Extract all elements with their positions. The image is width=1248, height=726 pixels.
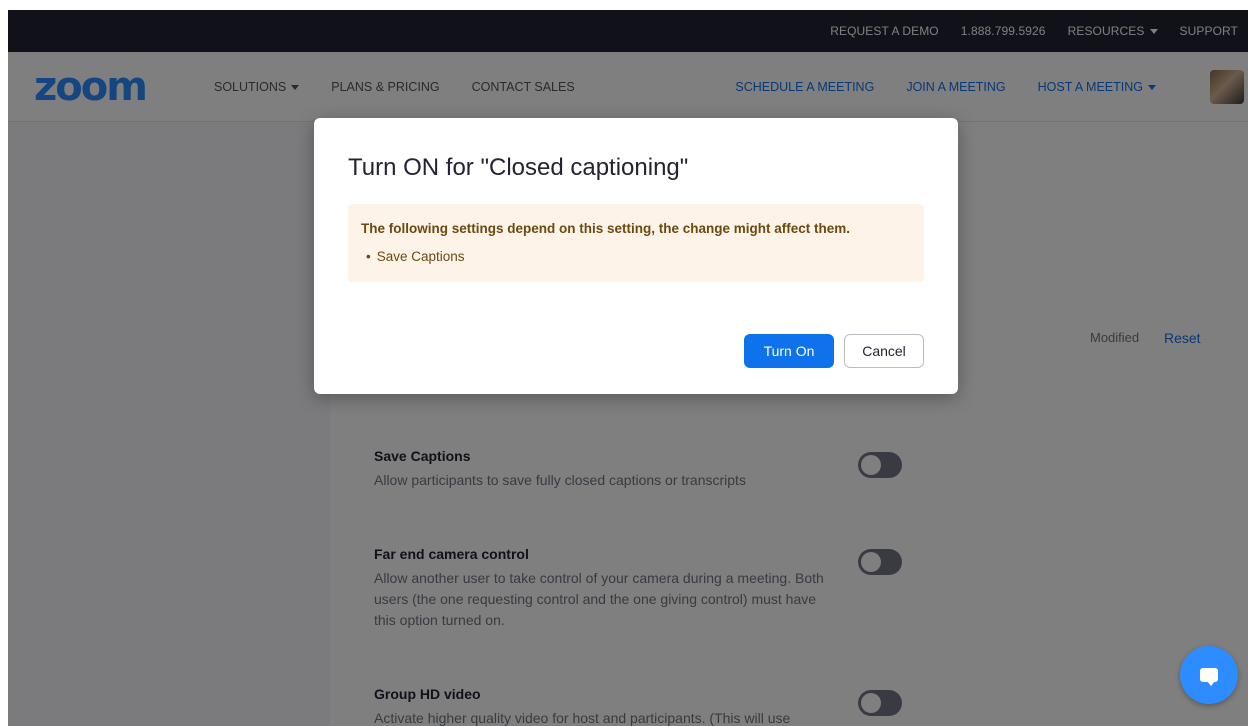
chat-support-button[interactable] — [1180, 646, 1238, 704]
dependency-warning: The following settings depend on this se… — [348, 204, 924, 282]
confirm-dialog: Turn ON for "Closed captioning" The foll… — [314, 118, 958, 394]
dialog-title: Turn ON for "Closed captioning" — [348, 154, 689, 181]
warning-message: The following settings depend on this se… — [361, 221, 851, 236]
dependent-setting-item: Save Captions — [366, 249, 465, 264]
browser-page: REQUEST A DEMO 1.888.799.5926 RESOURCES … — [8, 10, 1248, 726]
cancel-button[interactable]: Cancel — [844, 334, 924, 368]
turn-on-button[interactable]: Turn On — [744, 334, 834, 368]
chat-bubble-icon — [1200, 668, 1218, 686]
